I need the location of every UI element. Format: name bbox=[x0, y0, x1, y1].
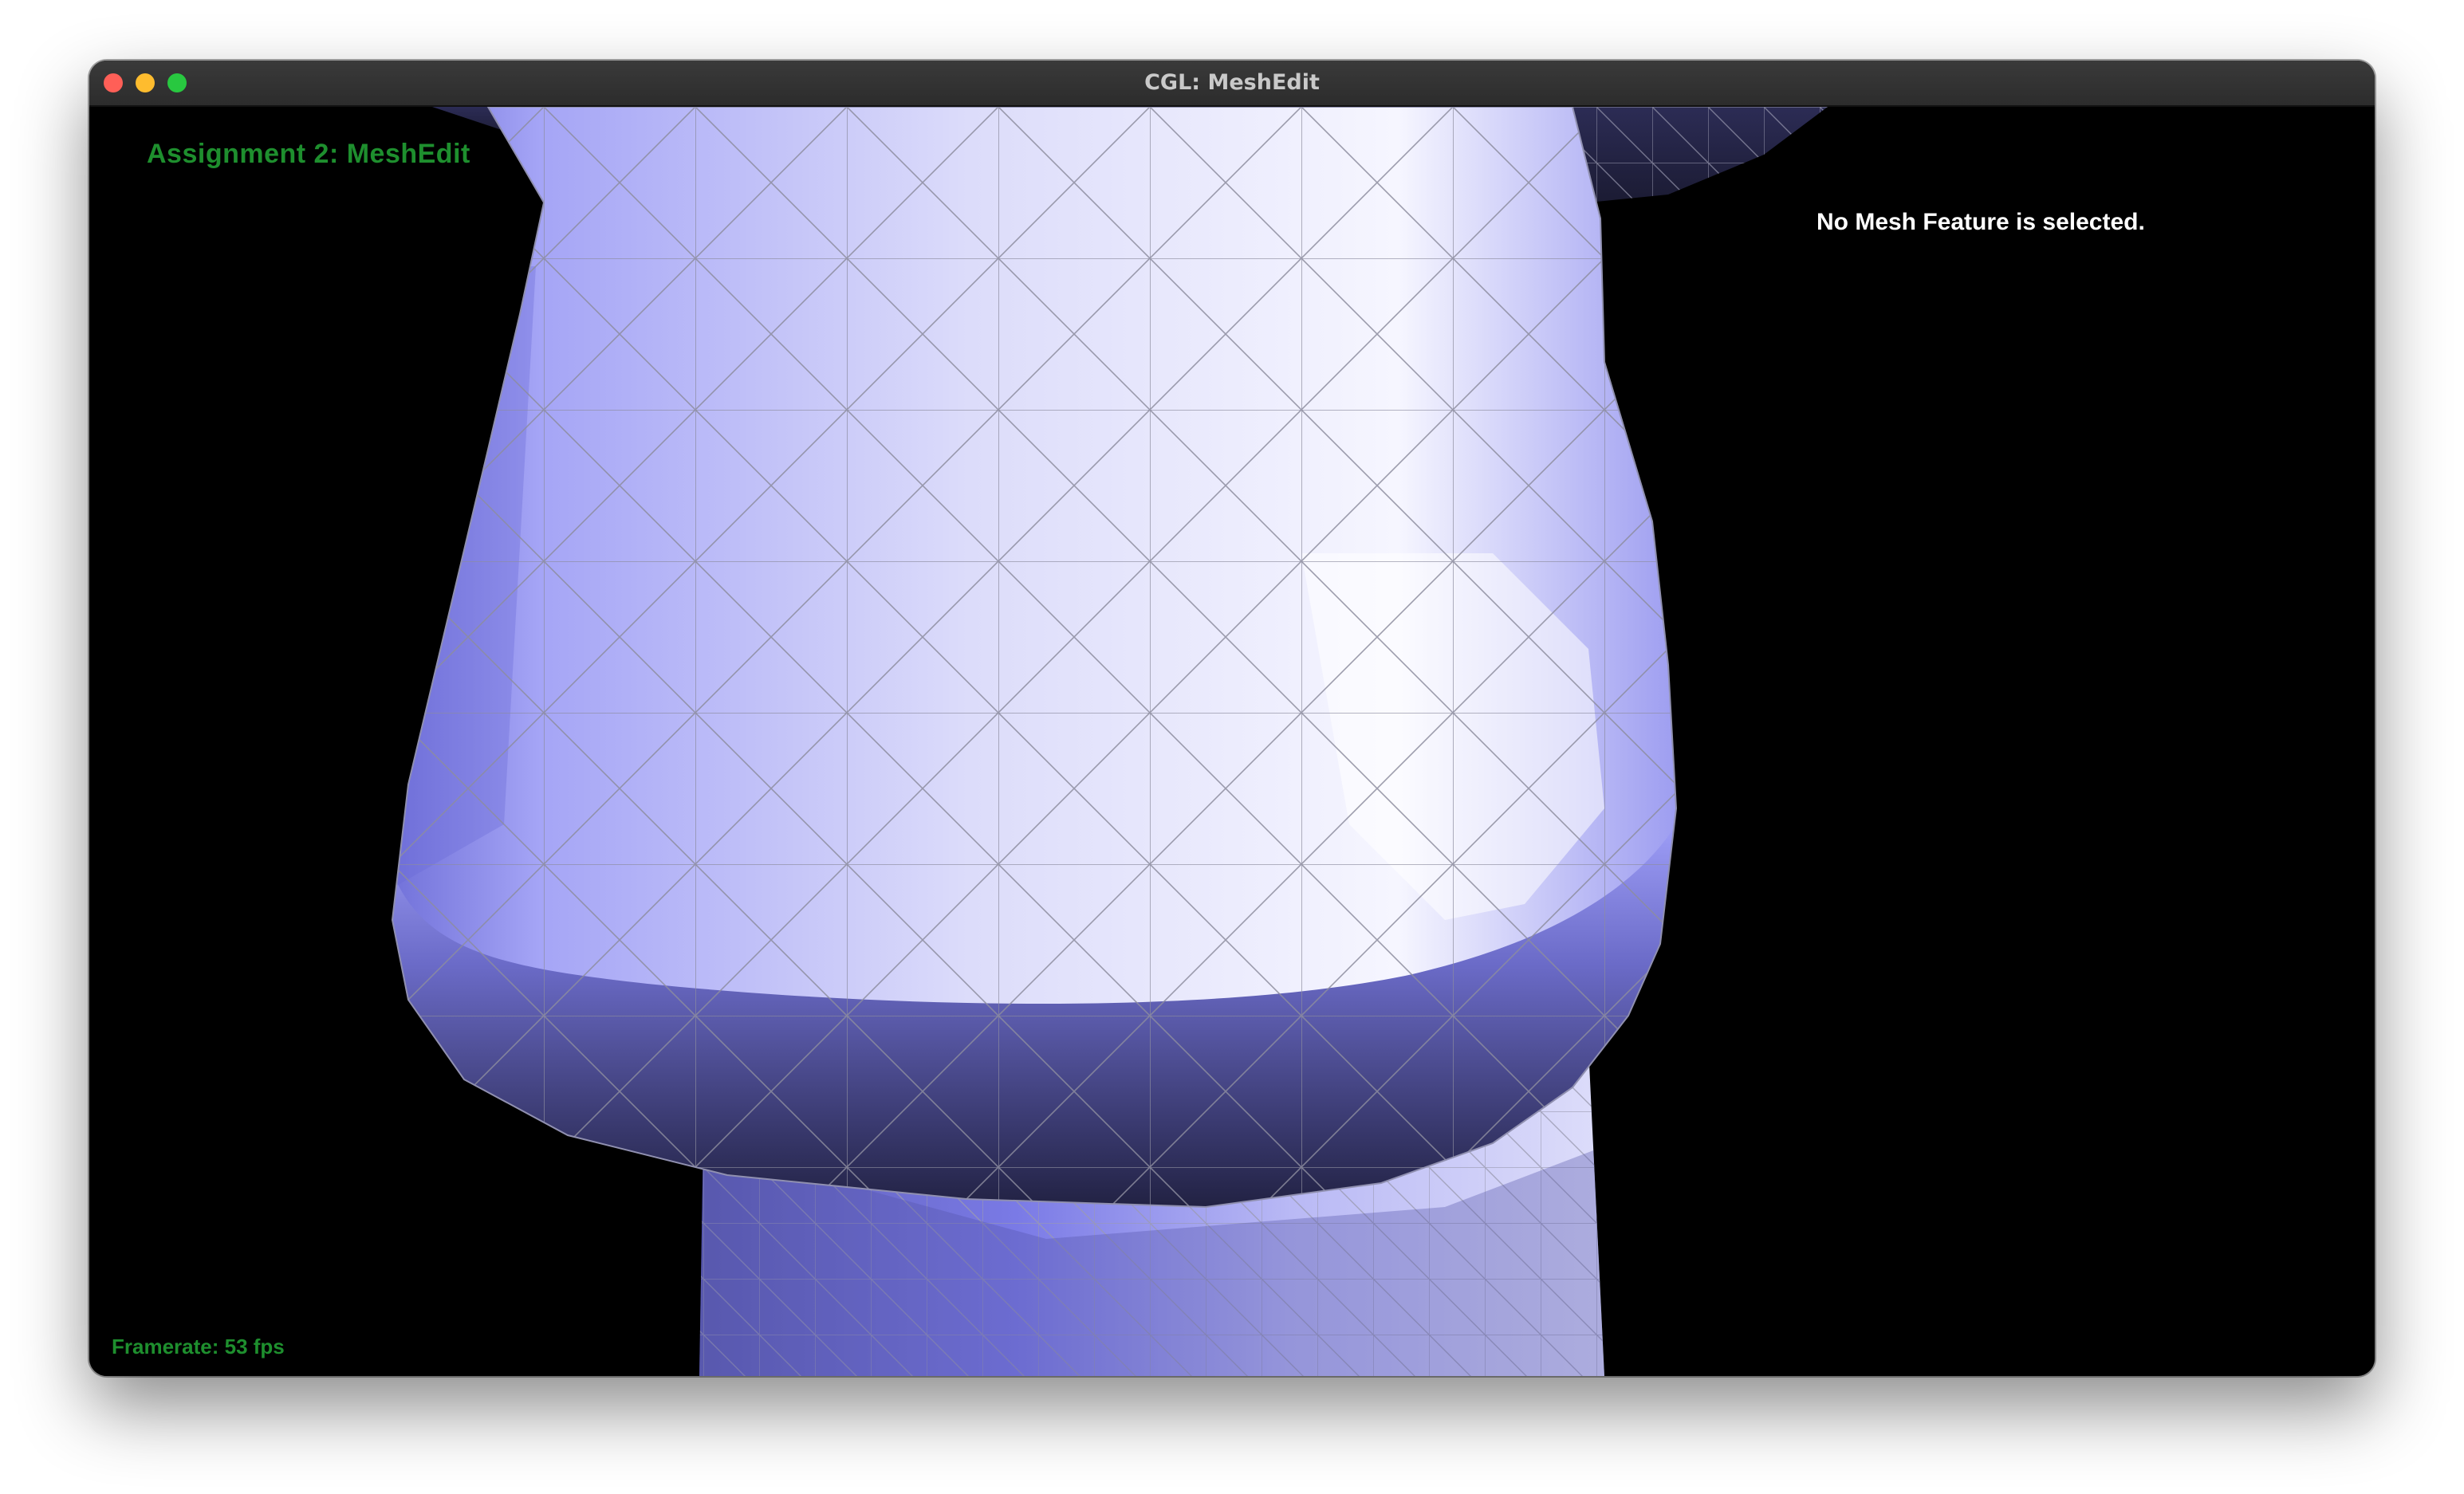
app-window: CGL: MeshEdit Assignment 2: MeshEdit No … bbox=[89, 61, 2375, 1376]
mesh-render-icon[interactable] bbox=[89, 107, 2375, 1376]
framerate-label: Framerate: 53 fps bbox=[112, 1335, 285, 1358]
title-bar[interactable]: CGL: MeshEdit bbox=[89, 61, 2375, 107]
assignment-title: Assignment 2: MeshEdit bbox=[147, 139, 470, 169]
window-title: CGL: MeshEdit bbox=[1144, 70, 1320, 95]
selection-status: No Mesh Feature is selected. bbox=[1817, 209, 2145, 235]
render-viewport[interactable]: Assignment 2: MeshEdit No Mesh Feature i… bbox=[89, 107, 2375, 1376]
